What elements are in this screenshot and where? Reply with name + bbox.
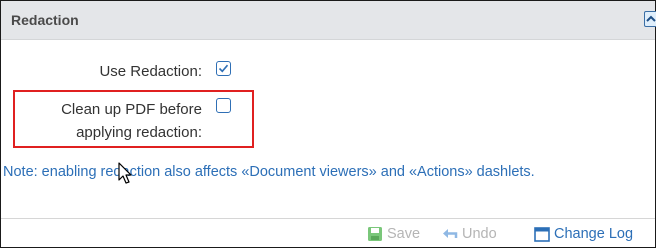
panel-header: Redaction bbox=[1, 1, 655, 40]
chevron-up-icon bbox=[646, 15, 656, 22]
undo-arrow-icon bbox=[442, 227, 458, 241]
undo-label: Undo bbox=[462, 226, 497, 242]
checkmark-icon bbox=[218, 64, 229, 73]
save-label: Save bbox=[387, 226, 421, 242]
mouse-pointer-icon bbox=[118, 162, 132, 184]
footer-divider bbox=[1, 218, 655, 219]
save-button[interactable]: Save bbox=[367, 223, 420, 245]
cleanup-label-line1: Clean up PDF before bbox=[61, 101, 202, 118]
cleanup-label-line2: applying redaction: bbox=[76, 124, 202, 141]
change-log-button[interactable]: Change Log bbox=[534, 223, 633, 245]
floppy-disk-icon bbox=[367, 226, 383, 242]
redaction-note: Note: enabling redaction also affects «D… bbox=[3, 164, 535, 180]
use-redaction-checkbox[interactable] bbox=[216, 61, 231, 76]
use-redaction-label: Use Redaction: bbox=[99, 63, 202, 80]
calendar-icon bbox=[534, 226, 550, 242]
undo-button[interactable]: Undo bbox=[442, 223, 497, 245]
collapse-button[interactable] bbox=[644, 11, 656, 27]
cleanup-pdf-checkbox[interactable] bbox=[216, 98, 231, 113]
panel-title: Redaction bbox=[11, 12, 79, 28]
change-log-label: Change Log bbox=[554, 226, 634, 242]
